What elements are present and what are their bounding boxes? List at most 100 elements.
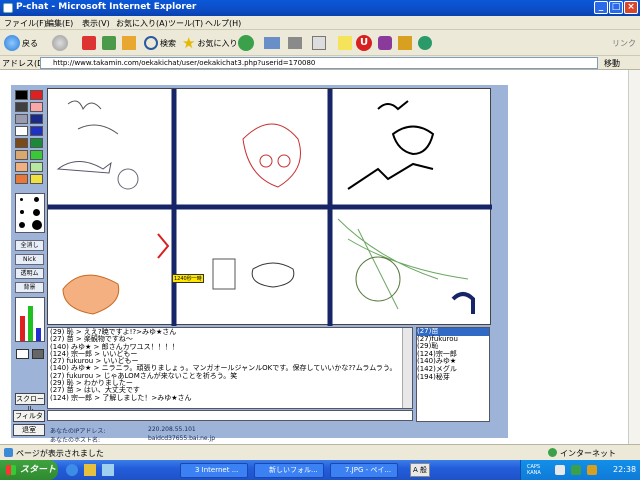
filter-button[interactable]: フィルタ bbox=[13, 410, 45, 422]
bag-icon bbox=[398, 36, 412, 50]
menu-favorites[interactable]: お気に入り(A) bbox=[116, 18, 168, 29]
green-slider[interactable] bbox=[28, 306, 33, 341]
bag-button[interactable] bbox=[398, 34, 412, 52]
color-swatch[interactable] bbox=[30, 138, 43, 148]
address-input[interactable]: http://www.takamin.com/oekakichat/user/o… bbox=[40, 57, 598, 69]
links-label[interactable]: リンク bbox=[612, 34, 636, 52]
quicklaunch-folder-icon[interactable] bbox=[84, 464, 96, 476]
close-button[interactable]: × bbox=[624, 1, 638, 14]
brush-size-dot[interactable] bbox=[33, 209, 40, 216]
status-bar: ページが表示されました インターネット bbox=[0, 444, 640, 460]
doodle-owl-eye bbox=[277, 154, 291, 168]
menu-edit[interactable]: 編集(E) bbox=[46, 18, 73, 29]
doodle-teapot bbox=[251, 262, 295, 288]
menu-help[interactable]: ヘルプ(H) bbox=[205, 18, 241, 29]
user-item[interactable]: (194)秘芽 bbox=[417, 373, 489, 382]
go-button[interactable]: 移動 bbox=[604, 58, 620, 69]
rgb-sliders[interactable] bbox=[15, 297, 45, 342]
brush-size-dot[interactable] bbox=[20, 198, 23, 201]
message-input[interactable] bbox=[47, 410, 413, 421]
user-list[interactable]: (27)苗 (27)fukurou (29)恥 (124)宗一郎 (140)みゆ… bbox=[416, 327, 490, 422]
messenger-button[interactable] bbox=[378, 34, 392, 52]
color-swatch[interactable] bbox=[30, 114, 43, 124]
brush-size-selector[interactable] bbox=[15, 193, 45, 233]
color-swatch[interactable] bbox=[15, 102, 28, 112]
forward-button[interactable] bbox=[52, 34, 68, 52]
canvas-drawing[interactable] bbox=[48, 89, 492, 326]
color-swatch[interactable] bbox=[15, 90, 28, 100]
menu-file[interactable]: ファイル(F) bbox=[4, 18, 47, 29]
red-slider[interactable] bbox=[20, 316, 25, 341]
search-button[interactable]: 検索 bbox=[144, 34, 176, 52]
menu-tools[interactable]: ツール(T) bbox=[168, 18, 203, 29]
edit-button[interactable] bbox=[312, 34, 326, 52]
history-button[interactable] bbox=[238, 34, 254, 52]
refresh-icon bbox=[102, 36, 116, 50]
quicklaunch-ie-icon[interactable] bbox=[66, 464, 78, 476]
background-button[interactable]: 背景 bbox=[15, 282, 44, 293]
color-swatch[interactable] bbox=[30, 90, 43, 100]
note-icon bbox=[338, 36, 352, 50]
quicklaunch-desktop-icon[interactable] bbox=[102, 464, 114, 476]
scroll-button[interactable]: スクロール bbox=[15, 393, 45, 413]
brush-size-dot[interactable] bbox=[34, 197, 39, 202]
mail-icon[interactable] bbox=[16, 349, 29, 359]
nick-button[interactable]: Nick bbox=[15, 254, 44, 265]
maximize-button[interactable]: □ bbox=[609, 1, 623, 14]
color-swatch[interactable] bbox=[15, 138, 28, 148]
color-swatch[interactable] bbox=[15, 174, 28, 184]
task-internet[interactable]: 3 Internet ... bbox=[180, 463, 248, 478]
chat-line: (124) 宗一郎 > 了解しました！>みゆ★さん bbox=[50, 393, 192, 402]
doodle-owl bbox=[242, 123, 301, 188]
canvas-cursor-tag: 1240秒一時 bbox=[172, 274, 204, 283]
ip-label: あなたのIPアドレス: bbox=[50, 428, 106, 435]
color-swatch[interactable] bbox=[15, 114, 28, 124]
ime-indicator[interactable]: A 般 bbox=[410, 463, 431, 477]
color-swatch[interactable] bbox=[15, 150, 28, 160]
menu-bar: ファイル(F) 編集(E) 表示(V) お気に入り(A) ツール(T) ヘルプ(… bbox=[0, 16, 640, 30]
task-folder[interactable]: 新しいフォル... bbox=[254, 463, 324, 478]
vertical-scrollbar[interactable] bbox=[628, 70, 640, 444]
tray-icon[interactable] bbox=[587, 465, 597, 475]
u-button[interactable]: U bbox=[356, 34, 372, 52]
tray-icon[interactable] bbox=[571, 465, 581, 475]
drawing-canvas[interactable]: 1240秒一時 bbox=[47, 88, 492, 326]
minimize-button[interactable]: _ bbox=[594, 1, 608, 14]
print-icon bbox=[288, 37, 302, 49]
color-swatch[interactable] bbox=[30, 150, 43, 160]
refresh-button[interactable] bbox=[102, 34, 116, 52]
blue-slider[interactable] bbox=[36, 328, 41, 341]
back-arrow-icon bbox=[4, 35, 20, 51]
exit-button[interactable]: 退室 bbox=[13, 424, 45, 436]
tray-icon[interactable] bbox=[555, 465, 565, 475]
menu-view[interactable]: 表示(V) bbox=[82, 18, 110, 29]
task-paint[interactable]: 7.JPG - ペイ... bbox=[330, 463, 398, 478]
status-text: ページが表示されました bbox=[16, 449, 104, 458]
color-swatch[interactable] bbox=[30, 162, 43, 172]
color-swatch[interactable] bbox=[15, 126, 28, 136]
color-swatch[interactable] bbox=[30, 102, 43, 112]
system-tray: CAPS KANA 22:38 bbox=[520, 460, 640, 480]
print-button[interactable] bbox=[288, 34, 302, 52]
chat-scrollbar[interactable] bbox=[402, 328, 412, 408]
windows-logo-icon bbox=[6, 465, 16, 475]
transparent-button[interactable]: 透明ム bbox=[15, 268, 44, 279]
brush-size-dot[interactable] bbox=[20, 210, 24, 214]
people-button[interactable] bbox=[418, 34, 432, 52]
color-swatch[interactable] bbox=[15, 162, 28, 172]
back-button[interactable]: 戻る bbox=[4, 34, 38, 52]
notes-button[interactable] bbox=[338, 34, 352, 52]
mail-button[interactable] bbox=[264, 34, 280, 52]
home-icon bbox=[122, 36, 136, 50]
clear-all-button[interactable]: 全消し bbox=[15, 240, 44, 251]
home-button[interactable] bbox=[122, 34, 136, 52]
doodle-face bbox=[355, 256, 401, 302]
chat-log[interactable]: (29) 恥 > ええ?暁ですよ!?>みゆ★さん (27) 苗 > 楽観物ですね… bbox=[47, 327, 413, 409]
brush-size-dot[interactable] bbox=[19, 222, 25, 228]
color-swatch[interactable] bbox=[30, 126, 43, 136]
brush-size-dot[interactable] bbox=[32, 220, 42, 230]
favorites-button[interactable]: ★ お気に入り bbox=[182, 34, 237, 52]
stop-button[interactable] bbox=[82, 34, 96, 52]
color-swatch[interactable] bbox=[30, 174, 43, 184]
edit-icon bbox=[312, 36, 326, 50]
